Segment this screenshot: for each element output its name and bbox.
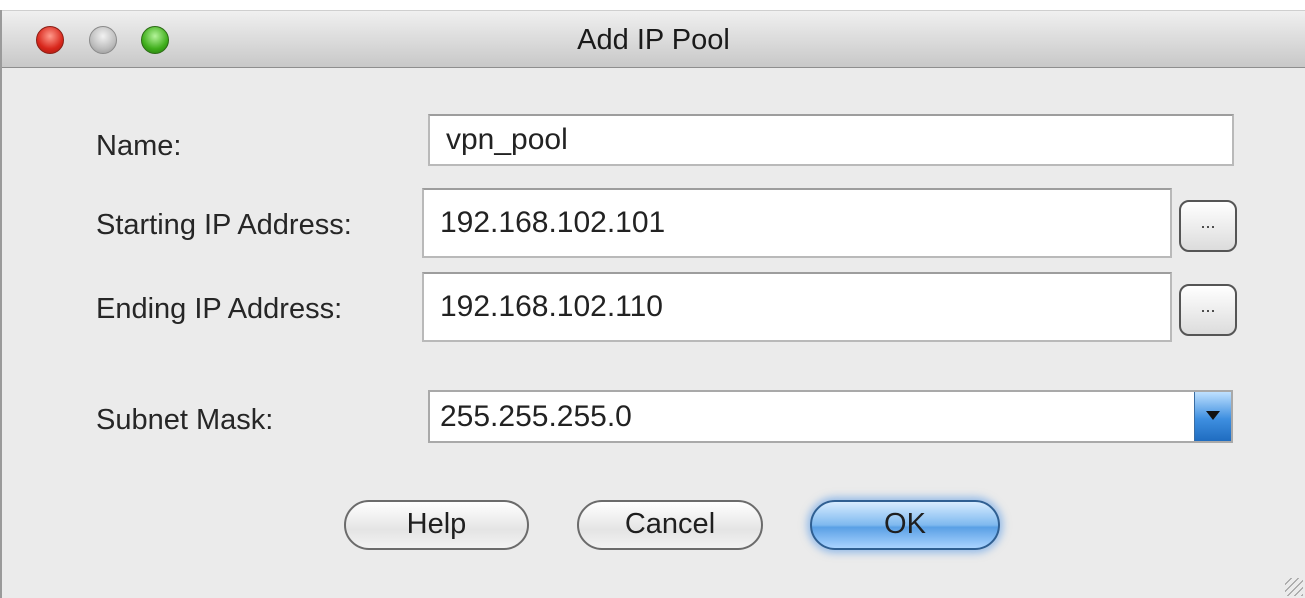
name-input[interactable]: vpn_pool xyxy=(428,114,1234,166)
ending-ip-input[interactable]: 192.168.102.110 xyxy=(422,272,1172,342)
chevron-down-icon[interactable] xyxy=(1194,392,1231,441)
name-label: Name: xyxy=(96,130,182,162)
starting-ip-browse-button[interactable]: ... xyxy=(1179,200,1237,252)
subnet-mask-value: 255.255.255.0 xyxy=(440,399,632,433)
subnet-mask-select[interactable]: 255.255.255.0 xyxy=(428,390,1233,443)
ok-button[interactable]: OK xyxy=(810,500,1000,550)
help-button[interactable]: Help xyxy=(344,500,529,550)
window-title: Add IP Pool xyxy=(577,24,730,56)
add-ip-pool-dialog: Add IP Pool Name: vpn_pool Starting IP A… xyxy=(0,10,1305,598)
subnet-mask-label: Subnet Mask: xyxy=(96,404,274,436)
cancel-button[interactable]: Cancel xyxy=(577,500,763,550)
ending-ip-label: Ending IP Address: xyxy=(96,293,343,325)
ending-ip-browse-button[interactable]: ... xyxy=(1179,284,1237,336)
starting-ip-label: Starting IP Address: xyxy=(96,209,352,241)
resize-grip-icon[interactable] xyxy=(1285,578,1303,596)
title-bar[interactable]: Add IP Pool xyxy=(2,10,1305,68)
starting-ip-input[interactable]: 192.168.102.101 xyxy=(422,188,1172,258)
